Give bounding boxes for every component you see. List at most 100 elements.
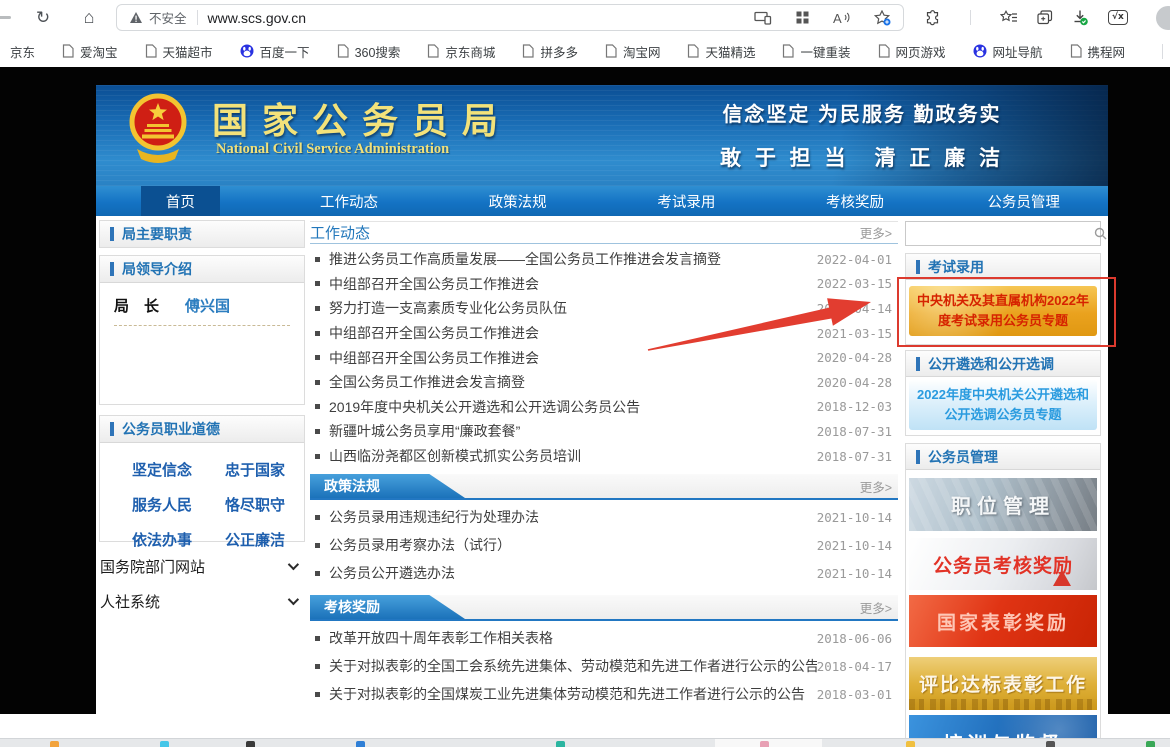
send-to-devices-icon[interactable]	[754, 11, 772, 25]
taskbar-icon[interactable]	[160, 741, 169, 747]
bookmark-item[interactable]: 淘宝网	[605, 42, 661, 61]
dropdown-gov-sites[interactable]: 国务院部门网站	[100, 553, 306, 579]
section-title: 考试录用	[928, 257, 984, 277]
nav-item-management[interactable]: 公务员管理	[939, 186, 1108, 216]
banner-appraisal-rewards[interactable]: 公务员考核奖励	[909, 538, 1097, 590]
divider	[197, 10, 198, 25]
bookmark-item[interactable]: 爱淘宝	[62, 42, 118, 61]
nav-item-exam[interactable]: 考试录用	[602, 186, 771, 216]
taskbar-icon[interactable]	[760, 741, 769, 747]
page-icon	[605, 44, 617, 58]
more-link[interactable]: 更多>	[860, 477, 892, 496]
bullet-icon	[315, 257, 320, 262]
awards-list: 改革开放四十周年表彰工作相关表格 2018-06-06 关于对拟表彰的全国工会系…	[310, 621, 898, 709]
math-solver-icon[interactable]: √x	[1108, 10, 1128, 25]
chevron-down-icon	[288, 594, 299, 605]
taskbar-icon[interactable]	[356, 741, 365, 747]
back-icon[interactable]	[0, 16, 11, 19]
national-emblem	[128, 91, 188, 167]
favorites-bar-icon[interactable]	[1000, 10, 1018, 25]
downloads-icon[interactable]	[1072, 9, 1089, 26]
bookmark-item[interactable]: 360搜索	[337, 42, 401, 61]
nav-item-appraisal[interactable]: 考核奖励	[771, 186, 940, 216]
browser-toolbar: ↻ ⌂ 不安全 www.scs.gov.cn A √x	[0, 0, 1170, 35]
page-icon	[687, 44, 699, 58]
bullet-icon	[315, 404, 320, 409]
url-text[interactable]: www.scs.gov.cn	[208, 10, 307, 26]
bookmark-item[interactable]: 天猫精选	[687, 42, 755, 61]
taskbar-icon[interactable]	[1146, 741, 1155, 747]
taskbar-icon[interactable]	[246, 741, 255, 747]
news-item[interactable]: 2019年度中央机关公开遴选和公开选调公务员公告 2018-12-03	[310, 395, 898, 420]
bullet-icon	[315, 692, 320, 697]
nav-item-work-news[interactable]: 工作动态	[265, 186, 434, 216]
banner-national-commendation[interactable]: 国家表彰奖励	[909, 595, 1097, 647]
leader-row: 局 长 傅兴国	[100, 283, 304, 316]
leader-name-link[interactable]: 傅兴国	[185, 295, 230, 316]
bookmark-item[interactable]: 携程网	[1070, 42, 1126, 61]
bookmark-item[interactable]: 一键重装	[782, 42, 850, 61]
taskbar-sliver	[0, 738, 1170, 747]
bookmark-item[interactable]: 天猫超市	[145, 42, 213, 61]
banner-position-management[interactable]: 职位管理	[909, 478, 1097, 531]
address-bar[interactable]: 不安全 www.scs.gov.cn A	[116, 4, 904, 31]
bullet-icon	[315, 429, 320, 434]
more-link[interactable]: 更多>	[860, 223, 892, 242]
banner-evaluation-commendation[interactable]: 评比达标表彰工作	[909, 657, 1097, 710]
dropdown-hr-system[interactable]: 人社系统	[100, 588, 306, 614]
news-item[interactable]: 新疆叶城公务员享用“廉政套餐” 2018-07-31	[310, 419, 898, 444]
taskbar-icon[interactable]	[906, 741, 915, 747]
profile-avatar[interactable]	[1156, 6, 1170, 30]
awards-item[interactable]: 改革开放四十周年表彰工作相关表格 2018-06-06	[310, 624, 898, 652]
nav-item-home[interactable]: 首页	[96, 186, 265, 216]
bookmark-item[interactable]: 百度一下	[240, 42, 310, 61]
taskbar-icon[interactable]	[556, 741, 565, 747]
ethics-term: 依法办事	[132, 529, 211, 550]
home-icon[interactable]: ⌂	[76, 0, 102, 35]
more-link[interactable]: 更多>	[860, 598, 892, 617]
not-secure-warning-icon[interactable]	[129, 11, 143, 24]
bookmark-item[interactable]: 网址导航	[973, 42, 1043, 61]
section-tab[interactable]: 政策法规	[310, 474, 465, 498]
page-icon	[62, 44, 74, 58]
page-icon	[878, 44, 890, 58]
main-nav: 首页 工作动态 政策法规 考试录用 考核奖励 公务员管理	[96, 186, 1108, 216]
immersive-reader-icon[interactable]	[796, 11, 809, 24]
extensions-icon[interactable]	[925, 10, 941, 26]
page-icon	[782, 44, 794, 58]
selection-2022-banner[interactable]: 2022年度中央机关公开遴选和公开选调公务员专题	[909, 380, 1097, 430]
bookmark-item[interactable]: 京东商城	[427, 42, 495, 61]
bookmark-item[interactable]: 拼多多	[522, 42, 578, 61]
search-icon[interactable]	[1094, 227, 1107, 240]
bookmark-item[interactable]: 京东	[10, 42, 35, 61]
awards-item[interactable]: 关于对拟表彰的全国工会系统先进集体、劳动模范和先进工作者进行公示的公告 2018…	[310, 652, 898, 680]
ethics-term: 服务人民	[132, 494, 211, 515]
ethics-term: 恪尽职守	[225, 494, 304, 515]
collections-icon[interactable]	[1037, 10, 1053, 25]
taskbar-icon[interactable]	[1046, 741, 1055, 747]
section-title: 公开遴选和公开选调	[928, 354, 1054, 374]
policy-item[interactable]: 公务员公开遴选办法 2021-10-14	[310, 559, 898, 587]
box-bureau-leaders: 局领导介绍 局 长 傅兴国	[99, 255, 305, 405]
box-bureau-duties[interactable]: 局主要职责	[99, 220, 305, 248]
search-input[interactable]	[906, 222, 1094, 245]
add-favorite-icon[interactable]	[874, 10, 891, 26]
news-item[interactable]: 山西临汾尧都区创新模式抓实公务员培训 2018-07-31	[310, 444, 898, 469]
taskbar-icon[interactable]	[50, 741, 59, 747]
nav-item-policy[interactable]: 政策法规	[433, 186, 602, 216]
news-item[interactable]: 全国公务员工作推进会发言摘登 2020-04-28	[310, 370, 898, 395]
site-search[interactable]	[905, 221, 1101, 246]
policy-list: 公务员录用违规违纪行为处理办法 2021-10-14 公务员录用考察办法（试行）…	[310, 500, 898, 588]
news-item[interactable]: 推进公务员工作高质量发展——全国公务员工作推进会发言摘登 2022-04-01	[310, 247, 898, 272]
read-aloud-icon[interactable]: A	[833, 11, 850, 25]
section-tab[interactable]: 考核奖励	[310, 595, 465, 619]
awards-item[interactable]: 关于对拟表彰的全国煤炭工业先进集体劳动模范和先进工作者进行公示的公告 2018-…	[310, 680, 898, 708]
site-title-cn: 国家公务员局	[212, 92, 512, 144]
reload-icon[interactable]: ↻	[30, 0, 56, 35]
ethics-term: 公正廉洁	[225, 529, 304, 550]
policy-item[interactable]: 公务员录用考察办法（试行） 2021-10-14	[310, 531, 898, 559]
policy-item[interactable]: 公务员录用违规违纪行为处理办法 2021-10-14	[310, 503, 898, 531]
bookmark-item[interactable]: 网页游戏	[878, 42, 946, 61]
section-title[interactable]: 工作动态	[310, 222, 370, 243]
toolbar-right-icons: √x	[925, 0, 1128, 35]
